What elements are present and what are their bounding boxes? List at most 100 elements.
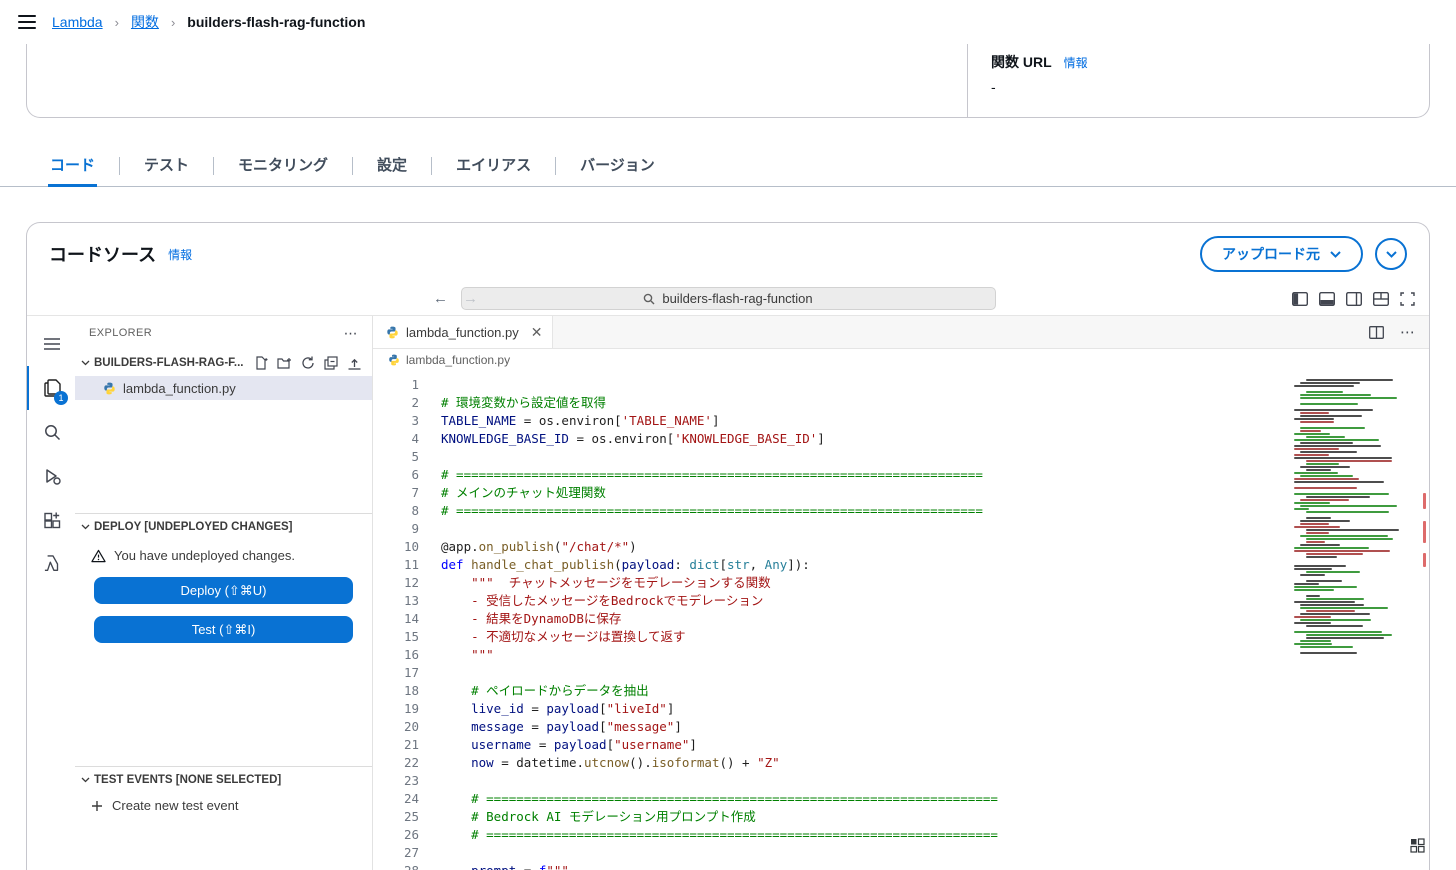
collapse-all-icon[interactable]	[324, 356, 338, 370]
line-number[interactable]: 21	[373, 736, 419, 754]
line-number[interactable]: 1	[373, 376, 419, 394]
customize-layout-icon[interactable]	[1373, 292, 1389, 306]
code-line[interactable]: def handle_chat_publish(payload: dict[st…	[441, 556, 1294, 574]
tab-test[interactable]: テスト	[142, 145, 191, 186]
line-number[interactable]: 26	[373, 826, 419, 844]
tab-version[interactable]: バージョン	[578, 145, 657, 186]
toggle-panel-icon[interactable]	[1319, 292, 1335, 306]
code-line[interactable]: - 受信したメッセージをBedrockでモデレーション	[441, 592, 1294, 610]
explorer-more-icon[interactable]: ⋯	[344, 325, 358, 342]
code-line[interactable]	[441, 664, 1294, 682]
code-line[interactable]	[441, 376, 1294, 394]
line-number[interactable]: 27	[373, 844, 419, 862]
line-number[interactable]: 5	[373, 448, 419, 466]
deploy-button[interactable]: Deploy (⇧⌘U)	[94, 577, 353, 604]
line-number[interactable]: 22	[373, 754, 419, 772]
code-line[interactable]: prompt = f"""	[441, 862, 1294, 870]
code-source-info-link[interactable]: 情報	[168, 246, 192, 263]
line-number[interactable]: 17	[373, 664, 419, 682]
code-line[interactable]: TABLE_NAME = os.environ['TABLE_NAME']	[441, 412, 1294, 430]
minimap[interactable]	[1294, 371, 1416, 870]
breadcrumb-item-lambda[interactable]: Lambda	[52, 14, 103, 30]
actions-dropdown-button[interactable]	[1375, 238, 1407, 270]
code-line[interactable]: - 結果をDynamoDBに保存	[441, 610, 1294, 628]
line-number[interactable]: 28	[373, 862, 419, 870]
search-sidebar-icon[interactable]	[27, 410, 75, 454]
line-number[interactable]: 11	[373, 556, 419, 574]
deploy-section-header[interactable]: DEPLOY [UNDEPLOYED CHANGES]	[75, 514, 372, 540]
split-editor-icon[interactable]	[1369, 326, 1384, 339]
history-forward-icon[interactable]: →	[463, 290, 478, 307]
tab-settings[interactable]: 設定	[375, 145, 409, 186]
code-line[interactable]: # 環境変数から設定値を取得	[441, 394, 1294, 412]
line-number[interactable]: 8	[373, 502, 419, 520]
command-center-search[interactable]: builders-flash-rag-function	[461, 287, 996, 310]
code-line[interactable]: # メインのチャット処理関数	[441, 484, 1294, 502]
create-test-event-link[interactable]: Create new test event	[75, 793, 372, 818]
code-content[interactable]: # 環境変数から設定値を取得TABLE_NAME = os.environ['T…	[419, 371, 1294, 870]
history-back-icon[interactable]: ←	[433, 290, 448, 307]
code-line[interactable]: KNOWLEDGE_BASE_ID = os.environ['KNOWLEDG…	[441, 430, 1294, 448]
line-number[interactable]: 10	[373, 538, 419, 556]
line-number[interactable]: 25	[373, 808, 419, 826]
test-events-header[interactable]: TEST EVENTS [NONE SELECTED]	[75, 767, 372, 793]
code-line[interactable]: """ チャットメッセージをモデレーションする関数	[441, 574, 1294, 592]
code-line[interactable]: message = payload["message"]	[441, 718, 1294, 736]
layout-grid-icon[interactable]	[1410, 838, 1425, 857]
code-line[interactable]	[441, 844, 1294, 862]
line-number[interactable]: 18	[373, 682, 419, 700]
upload-icon[interactable]	[347, 357, 362, 370]
code-line[interactable]: """	[441, 646, 1294, 664]
code-line[interactable]	[441, 520, 1294, 538]
line-number[interactable]: 7	[373, 484, 419, 502]
code-line[interactable]: - 不適切なメッセージは置換して返す	[441, 628, 1294, 646]
line-number[interactable]: 16	[373, 646, 419, 664]
line-number[interactable]: 9	[373, 520, 419, 538]
code-line[interactable]: now = datetime.utcnow().isoformat() + "Z…	[441, 754, 1294, 772]
close-tab-icon[interactable]: ✕	[531, 324, 543, 341]
test-button[interactable]: Test (⇧⌘I)	[94, 616, 353, 643]
code-line[interactable]: # ======================================…	[441, 790, 1294, 808]
fullscreen-icon[interactable]	[1400, 292, 1415, 306]
code-line[interactable]: # ======================================…	[441, 826, 1294, 844]
toggle-secondary-sidebar-icon[interactable]	[1346, 292, 1362, 306]
editor-more-actions-icon[interactable]: ⋯	[1400, 323, 1415, 341]
refresh-icon[interactable]	[301, 356, 315, 370]
code-line[interactable]	[441, 772, 1294, 790]
line-number[interactable]: 23	[373, 772, 419, 790]
explorer-icon[interactable]: 1	[27, 366, 75, 410]
extensions-icon[interactable]	[27, 498, 75, 542]
line-number[interactable]: 4	[373, 430, 419, 448]
tab-monitoring[interactable]: モニタリング	[236, 145, 330, 186]
code-editor[interactable]: 1234567891011121314151617181920212223242…	[373, 371, 1429, 870]
tab-code[interactable]: コード	[48, 145, 97, 186]
workspace-folder-row[interactable]: BUILDERS-FLASH-RAG-F...	[75, 350, 372, 376]
line-number[interactable]: 3	[373, 412, 419, 430]
editor-tab-lambda-function[interactable]: lambda_function.py ✕	[373, 316, 553, 348]
code-line[interactable]: username = payload["username"]	[441, 736, 1294, 754]
aws-toolkit-icon[interactable]	[27, 542, 75, 586]
file-item-lambda-function[interactable]: lambda_function.py	[75, 376, 372, 400]
breadcrumb-item-functions[interactable]: 関数	[131, 12, 159, 32]
run-debug-icon[interactable]	[27, 454, 75, 498]
line-number[interactable]: 15	[373, 628, 419, 646]
code-line[interactable]: # Bedrock AI モデレーション用プロンプト作成	[441, 808, 1294, 826]
line-number[interactable]: 6	[373, 466, 419, 484]
line-number[interactable]: 2	[373, 394, 419, 412]
line-number[interactable]: 20	[373, 718, 419, 736]
tab-alias[interactable]: エイリアス	[454, 145, 533, 186]
new-file-icon[interactable]	[254, 356, 268, 370]
line-number[interactable]: 12	[373, 574, 419, 592]
new-folder-icon[interactable]	[277, 357, 292, 370]
line-number[interactable]: 13	[373, 592, 419, 610]
code-line[interactable]: # ペイロードからデータを抽出	[441, 682, 1294, 700]
upload-from-button[interactable]: アップロード元	[1200, 236, 1363, 272]
editor-menu-icon[interactable]	[27, 322, 75, 366]
code-line[interactable]: live_id = payload["liveId"]	[441, 700, 1294, 718]
nav-menu-icon[interactable]	[18, 15, 36, 29]
toggle-sidebar-icon[interactable]	[1292, 292, 1308, 306]
line-number[interactable]: 19	[373, 700, 419, 718]
function-url-info-link[interactable]: 情報	[1064, 54, 1088, 71]
code-line[interactable]: # ======================================…	[441, 466, 1294, 484]
editor-breadcrumb[interactable]: lambda_function.py	[373, 349, 1429, 371]
